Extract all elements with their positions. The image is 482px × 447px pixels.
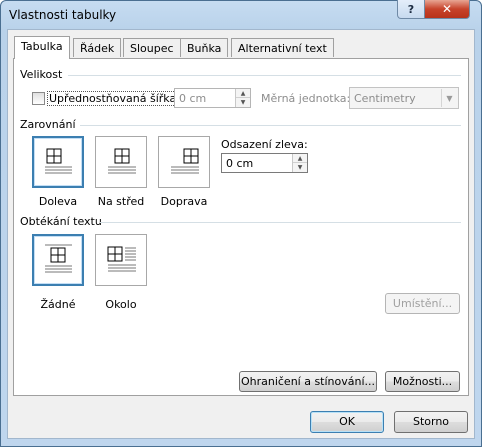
indent-input[interactable]: 0 cm ▲ ▼ [221, 153, 308, 173]
align-right-label: Doprava [160, 195, 208, 208]
table-align-right-icon [171, 148, 199, 174]
preferred-width-label: Upřednostňovaná šířka: [47, 91, 182, 106]
cancel-button[interactable]: Storno [394, 411, 468, 433]
tab-alternativni-text-label: Alternativní text [238, 42, 327, 55]
help-button[interactable]: ? [397, 0, 425, 19]
preferred-width-checkbox[interactable] [32, 92, 45, 105]
align-center-option[interactable] [95, 136, 147, 188]
wrap-around-icon [107, 246, 136, 272]
preferred-width-input[interactable]: 0 cm ▲ ▼ [174, 88, 251, 108]
borders-and-shading-button[interactable]: Ohraničení a stínování... [239, 371, 377, 392]
unit-select-value: Centimetry [354, 92, 416, 105]
alignment-group-label: Zarovnání [20, 118, 76, 131]
unit-select[interactable]: Centimetry ▼ [349, 87, 459, 109]
spin-down-icon[interactable]: ▼ [236, 98, 250, 107]
wrap-around-label: Okolo [105, 298, 137, 311]
tab-alternativni-text[interactable]: Alternativní text [231, 38, 334, 57]
wrapping-group-label: Obtékání textu [20, 215, 102, 228]
table-align-left-icon [45, 148, 72, 174]
options-button[interactable]: Možnosti... [385, 371, 460, 392]
positioning-button[interactable]: Umístění... [385, 293, 460, 314]
tab-sloupec-label: Sloupec [130, 42, 174, 55]
table-align-center-icon [108, 148, 136, 174]
tab-sloupec[interactable]: Sloupec [123, 38, 181, 57]
wrap-around-option[interactable] [95, 234, 147, 286]
wrap-none-icon [45, 244, 72, 273]
unit-label: Měrná jednotka: [261, 92, 351, 105]
tab-tabulka-label: Tabulka [21, 40, 63, 53]
ok-button[interactable]: OK [310, 411, 384, 433]
size-group-label: Velikost [20, 68, 63, 81]
indent-value: 0 cm [226, 157, 254, 170]
dialog-title: Vlastnosti tabulky [9, 8, 117, 22]
align-left-option[interactable] [32, 136, 84, 188]
tab-bunka-label: Buňka [187, 42, 222, 55]
spin-up-icon[interactable]: ▲ [293, 154, 307, 163]
preferred-width-value: 0 cm [179, 92, 207, 105]
align-center-label: Na střed [97, 195, 145, 208]
wrap-none-label: Žádné [40, 298, 76, 311]
size-group-divider [68, 75, 461, 76]
wrap-none-option[interactable] [32, 234, 84, 286]
tab-bunka[interactable]: Buňka [180, 38, 229, 57]
wrapping-group-divider [100, 222, 461, 223]
alignment-group-divider [80, 125, 461, 126]
close-button[interactable]: ✕ [424, 0, 470, 19]
spin-up-icon[interactable]: ▲ [236, 89, 250, 98]
chevron-down-icon: ▼ [441, 89, 457, 107]
tab-radek-label: Řádek [80, 42, 115, 55]
indent-label: Odsazení zleva: [221, 138, 308, 151]
spin-down-icon[interactable]: ▼ [293, 163, 307, 172]
align-left-label: Doleva [38, 195, 78, 208]
tab-radek[interactable]: Řádek [73, 38, 122, 57]
tab-tabulka[interactable]: Tabulka [14, 36, 70, 59]
align-right-option[interactable] [158, 136, 210, 188]
